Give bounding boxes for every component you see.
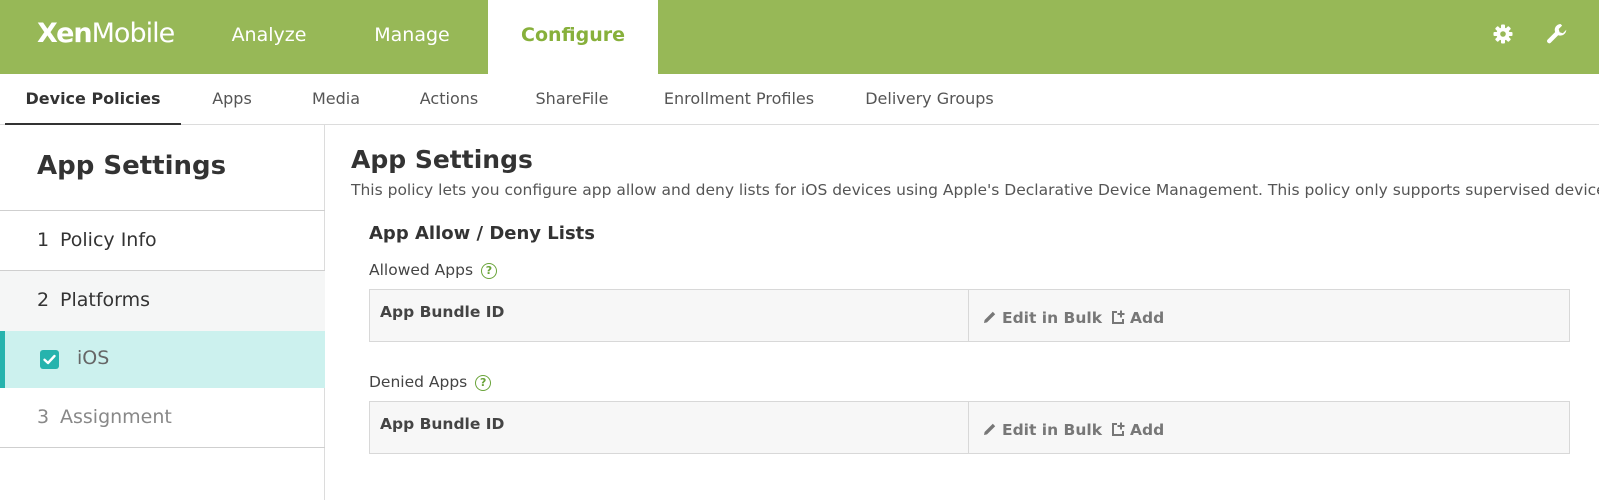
table-header-cell: App Bundle ID: [370, 402, 969, 453]
help-icon[interactable]: ?: [475, 375, 492, 391]
subtab-media-label: Media: [311, 89, 361, 108]
denied-apps-table: App Bundle ID Edit in Bulk Add: [369, 401, 1570, 454]
top-bar: XenMobile Analyze Manage Configure: [0, 0, 1599, 74]
step-label: Policy Info: [60, 229, 157, 251]
step-number: 1: [37, 229, 50, 251]
subtab-enrollment-profiles[interactable]: Enrollment Profiles: [656, 74, 822, 125]
step-label: Platforms: [60, 289, 151, 311]
subtab-delivery-groups-label: Delivery Groups: [865, 89, 994, 108]
add-icon: [1112, 310, 1125, 324]
page-title: App Settings: [351, 145, 533, 174]
sidebar-step-platforms[interactable]: 2 Platforms: [0, 271, 325, 331]
subtab-sharefile[interactable]: ShareFile: [526, 74, 618, 125]
sidebar-step-assignment[interactable]: 3 Assignment: [0, 388, 325, 448]
allowed-apps-label: Allowed Apps ?: [369, 261, 497, 279]
sub-nav: Device Policies Apps Media Actions Share…: [0, 74, 1599, 125]
table-header-cell: App Bundle ID: [370, 290, 969, 341]
topnav-configure-label: Configure: [521, 24, 625, 46]
edit-in-bulk-button[interactable]: Edit in Bulk: [982, 421, 1102, 439]
edit-in-bulk-label: Edit in Bulk: [1002, 421, 1103, 439]
platform-ios-label: iOS: [77, 347, 110, 369]
topnav-manage-label: Manage: [374, 24, 450, 46]
allowed-apps-table: App Bundle ID Edit in Bulk Add: [369, 289, 1570, 342]
edit-in-bulk-label: Edit in Bulk: [1002, 309, 1103, 327]
topnav-analyze[interactable]: Analyze: [206, 0, 332, 74]
page-description: This policy lets you configure app allow…: [351, 181, 1599, 199]
denied-apps-label: Denied Apps ?: [369, 373, 492, 391]
add-icon: [1112, 422, 1125, 436]
pencil-icon: [984, 311, 996, 323]
subtab-delivery-groups[interactable]: Delivery Groups: [857, 74, 1002, 125]
subtab-apps-label: Apps: [212, 89, 252, 108]
add-label: Add: [1130, 309, 1165, 327]
column-header-bundle-id: App Bundle ID: [380, 415, 505, 433]
sidebar-divider: [0, 447, 325, 448]
add-button[interactable]: Add: [1110, 421, 1164, 439]
sidebar-step-policy-info[interactable]: 1 Policy Info: [0, 211, 325, 271]
sidebar-platform-ios[interactable]: iOS: [0, 331, 325, 388]
checkbox-checked-icon[interactable]: [40, 350, 59, 369]
wizard-sidebar: App Settings 1 Policy Info 2 Platforms i…: [0, 125, 325, 500]
subtab-actions[interactable]: Actions: [405, 74, 493, 125]
help-icon[interactable]: ?: [480, 263, 497, 279]
step-number: 3: [37, 406, 50, 428]
gear-icon[interactable]: [1491, 22, 1515, 46]
topnav-configure[interactable]: Configure: [488, 0, 658, 74]
subtab-media[interactable]: Media: [300, 74, 372, 125]
add-label: Add: [1130, 421, 1165, 439]
subtab-apps[interactable]: Apps: [198, 74, 266, 125]
allowed-apps-label-text: Allowed Apps: [369, 261, 474, 279]
sidebar-title: App Settings: [37, 151, 227, 181]
subtab-device-policies-label: Device Policies: [25, 89, 161, 108]
subtab-enrollment-profiles-label: Enrollment Profiles: [663, 89, 815, 108]
topnav-manage[interactable]: Manage: [349, 0, 475, 74]
step-number: 2: [37, 289, 50, 311]
section-title: App Allow / Deny Lists: [369, 223, 595, 244]
selected-accent-bar: [0, 331, 5, 388]
step-label: Assignment: [60, 406, 172, 428]
add-button[interactable]: Add: [1110, 309, 1164, 327]
pencil-icon: [984, 423, 996, 435]
wrench-icon[interactable]: [1545, 22, 1569, 46]
column-header-bundle-id: App Bundle ID: [380, 303, 505, 321]
denied-apps-label-text: Denied Apps: [369, 373, 468, 391]
subtab-sharefile-label: ShareFile: [535, 89, 609, 108]
logo-light-text: Mobile: [91, 18, 176, 49]
subtab-actions-label: Actions: [419, 89, 479, 108]
xenmobile-logo[interactable]: XenMobile: [37, 14, 176, 54]
edit-in-bulk-button[interactable]: Edit in Bulk: [982, 309, 1102, 327]
topnav-analyze-label: Analyze: [231, 24, 307, 46]
subtab-device-policies[interactable]: Device Policies: [5, 74, 181, 125]
logo-bold-text: Xen: [37, 18, 93, 49]
